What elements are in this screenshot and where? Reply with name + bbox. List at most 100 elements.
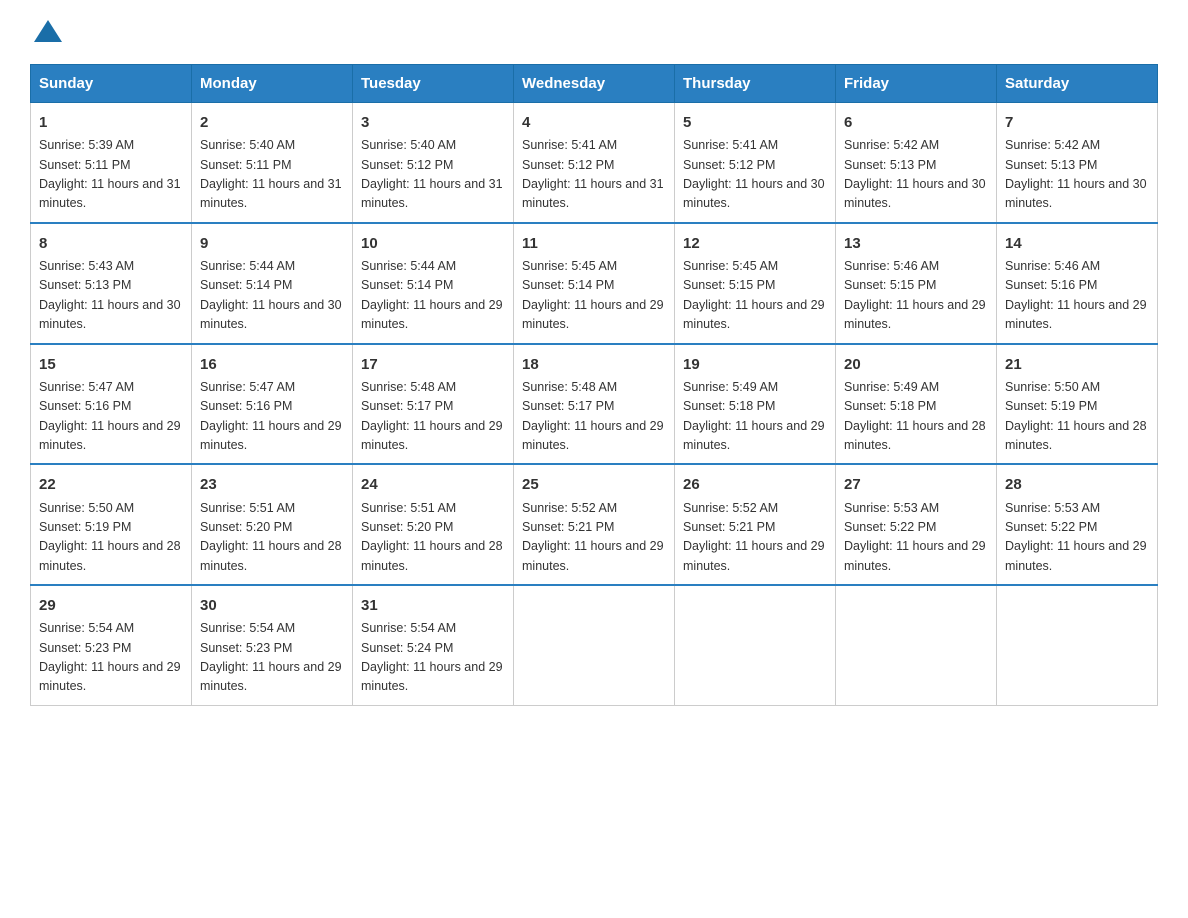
weekday-header-saturday: Saturday [997, 65, 1158, 103]
day-number: 16 [200, 353, 344, 376]
calendar-cell: 2Sunrise: 5:40 AMSunset: 5:11 PMDaylight… [192, 103, 353, 223]
sunset-text: Sunset: 5:22 PM [1005, 520, 1097, 534]
calendar-cell: 24Sunrise: 5:51 AMSunset: 5:20 PMDayligh… [353, 464, 514, 585]
sunrise-text: Sunrise: 5:40 AM [361, 138, 456, 152]
daylight-text: Daylight: 11 hours and 29 minutes. [844, 298, 986, 331]
sunrise-text: Sunrise: 5:43 AM [39, 259, 134, 273]
daylight-text: Daylight: 11 hours and 30 minutes. [844, 177, 986, 210]
sunset-text: Sunset: 5:20 PM [200, 520, 292, 534]
sunset-text: Sunset: 5:17 PM [522, 399, 614, 413]
day-number: 29 [39, 594, 183, 617]
calendar-cell: 19Sunrise: 5:49 AMSunset: 5:18 PMDayligh… [675, 344, 836, 465]
daylight-text: Daylight: 11 hours and 29 minutes. [522, 539, 664, 572]
sunset-text: Sunset: 5:14 PM [200, 278, 292, 292]
sunrise-text: Sunrise: 5:50 AM [39, 501, 134, 515]
sunset-text: Sunset: 5:16 PM [1005, 278, 1097, 292]
calendar-cell: 3Sunrise: 5:40 AMSunset: 5:12 PMDaylight… [353, 103, 514, 223]
calendar-cell: 1 Sunrise: 5:39 AM Sunset: 5:11 PM Daylight… [31, 103, 192, 223]
calendar-cell: 9Sunrise: 5:44 AMSunset: 5:14 PMDaylight… [192, 223, 353, 344]
sunrise-text: Sunrise: 5:45 AM [683, 259, 778, 273]
daylight-text: Daylight: 11 hours and 30 minutes. [683, 177, 825, 210]
daylight-text: Daylight: 11 hours and 29 minutes. [683, 539, 825, 572]
sunrise-text: Sunrise: 5:52 AM [522, 501, 617, 515]
day-number: 17 [361, 353, 505, 376]
logo-triangle-icon [34, 20, 62, 42]
sunrise-text: Sunrise: 5:54 AM [39, 621, 134, 635]
calendar-cell: 12Sunrise: 5:45 AMSunset: 5:15 PMDayligh… [675, 223, 836, 344]
weekday-header-monday: Monday [192, 65, 353, 103]
calendar-cell: 22Sunrise: 5:50 AMSunset: 5:19 PMDayligh… [31, 464, 192, 585]
calendar-cell [997, 585, 1158, 705]
sunset-text: Sunset: 5:12 PM [683, 158, 775, 172]
calendar-cell [836, 585, 997, 705]
logo [30, 20, 62, 44]
day-number: 15 [39, 353, 183, 376]
sunrise-text: Sunrise: 5:49 AM [683, 380, 778, 394]
daylight-text: Daylight: 11 hours and 29 minutes. [200, 419, 342, 452]
sunrise-text: Sunrise: 5:54 AM [361, 621, 456, 635]
sunset-text: Sunset: 5:21 PM [683, 520, 775, 534]
weekday-header-thursday: Thursday [675, 65, 836, 103]
weekday-header-friday: Friday [836, 65, 997, 103]
sunrise-text: Sunrise: 5:48 AM [522, 380, 617, 394]
sunrise-text: Sunrise: 5:53 AM [1005, 501, 1100, 515]
calendar-week-row: 1 Sunrise: 5:39 AM Sunset: 5:11 PM Daylight… [31, 103, 1158, 223]
daylight-text: Daylight: 11 hours and 28 minutes. [844, 419, 986, 452]
sunrise-text: Sunrise: 5:45 AM [522, 259, 617, 273]
daylight-text: Daylight: 11 hours and 29 minutes. [522, 298, 664, 331]
sunset-text: Sunset: 5:11 PM [200, 158, 292, 172]
daylight-text: Daylight: 11 hours and 29 minutes. [1005, 539, 1147, 572]
sunset-text: Sunset: 5:20 PM [361, 520, 453, 534]
daylight-text: Daylight: 11 hours and 31 minutes. [200, 177, 342, 210]
sunset-text: Sunset: 5:21 PM [522, 520, 614, 534]
day-number: 18 [522, 353, 666, 376]
daylight-text: Daylight: 11 hours and 28 minutes. [1005, 419, 1147, 452]
daylight-text: Daylight: 11 hours and 29 minutes. [39, 419, 181, 452]
sunset-text: Sunset: 5:17 PM [361, 399, 453, 413]
calendar-cell: 17Sunrise: 5:48 AMSunset: 5:17 PMDayligh… [353, 344, 514, 465]
daylight-text: Daylight: 11 hours and 31 minutes. [39, 177, 181, 210]
daylight-text: Daylight: 11 hours and 28 minutes. [39, 539, 181, 572]
sunset-text: Sunset: 5:16 PM [39, 399, 131, 413]
sunrise-text: Sunrise: 5:54 AM [200, 621, 295, 635]
day-number: 13 [844, 232, 988, 255]
calendar-cell: 8Sunrise: 5:43 AMSunset: 5:13 PMDaylight… [31, 223, 192, 344]
daylight-text: Daylight: 11 hours and 29 minutes. [683, 298, 825, 331]
daylight-text: Daylight: 11 hours and 28 minutes. [200, 539, 342, 572]
calendar-cell: 15Sunrise: 5:47 AMSunset: 5:16 PMDayligh… [31, 344, 192, 465]
day-number: 1 [39, 111, 183, 134]
daylight-text: Daylight: 11 hours and 31 minutes. [522, 177, 664, 210]
daylight-text: Daylight: 11 hours and 31 minutes. [361, 177, 503, 210]
daylight-text: Daylight: 11 hours and 29 minutes. [361, 660, 503, 693]
sunset-text: Sunset: 5:15 PM [844, 278, 936, 292]
sunset-text: Sunset: 5:22 PM [844, 520, 936, 534]
day-number: 10 [361, 232, 505, 255]
sunset-text: Sunset: 5:12 PM [361, 158, 453, 172]
sunrise-text: Sunrise: 5:46 AM [1005, 259, 1100, 273]
calendar-cell: 4Sunrise: 5:41 AMSunset: 5:12 PMDaylight… [514, 103, 675, 223]
weekday-header-tuesday: Tuesday [353, 65, 514, 103]
sunrise-text: Sunrise: 5:39 AM [39, 138, 134, 152]
day-number: 20 [844, 353, 988, 376]
sunrise-text: Sunrise: 5:44 AM [200, 259, 295, 273]
sunset-text: Sunset: 5:13 PM [39, 278, 131, 292]
calendar-cell: 7Sunrise: 5:42 AMSunset: 5:13 PMDaylight… [997, 103, 1158, 223]
sunrise-text: Sunrise: 5:40 AM [200, 138, 295, 152]
sunset-text: Sunset: 5:14 PM [361, 278, 453, 292]
daylight-text: Daylight: 11 hours and 28 minutes. [361, 539, 503, 572]
sunrise-text: Sunrise: 5:41 AM [683, 138, 778, 152]
calendar-cell: 11Sunrise: 5:45 AMSunset: 5:14 PMDayligh… [514, 223, 675, 344]
sunrise-text: Sunrise: 5:50 AM [1005, 380, 1100, 394]
calendar-cell: 30Sunrise: 5:54 AMSunset: 5:23 PMDayligh… [192, 585, 353, 705]
daylight-text: Daylight: 11 hours and 29 minutes. [200, 660, 342, 693]
day-number: 11 [522, 232, 666, 255]
day-number: 23 [200, 473, 344, 496]
day-number: 31 [361, 594, 505, 617]
day-number: 12 [683, 232, 827, 255]
sunset-text: Sunset: 5:11 PM [39, 158, 131, 172]
day-number: 27 [844, 473, 988, 496]
sunrise-text: Sunrise: 5:48 AM [361, 380, 456, 394]
day-number: 4 [522, 111, 666, 134]
weekday-header-wednesday: Wednesday [514, 65, 675, 103]
sunrise-text: Sunrise: 5:44 AM [361, 259, 456, 273]
